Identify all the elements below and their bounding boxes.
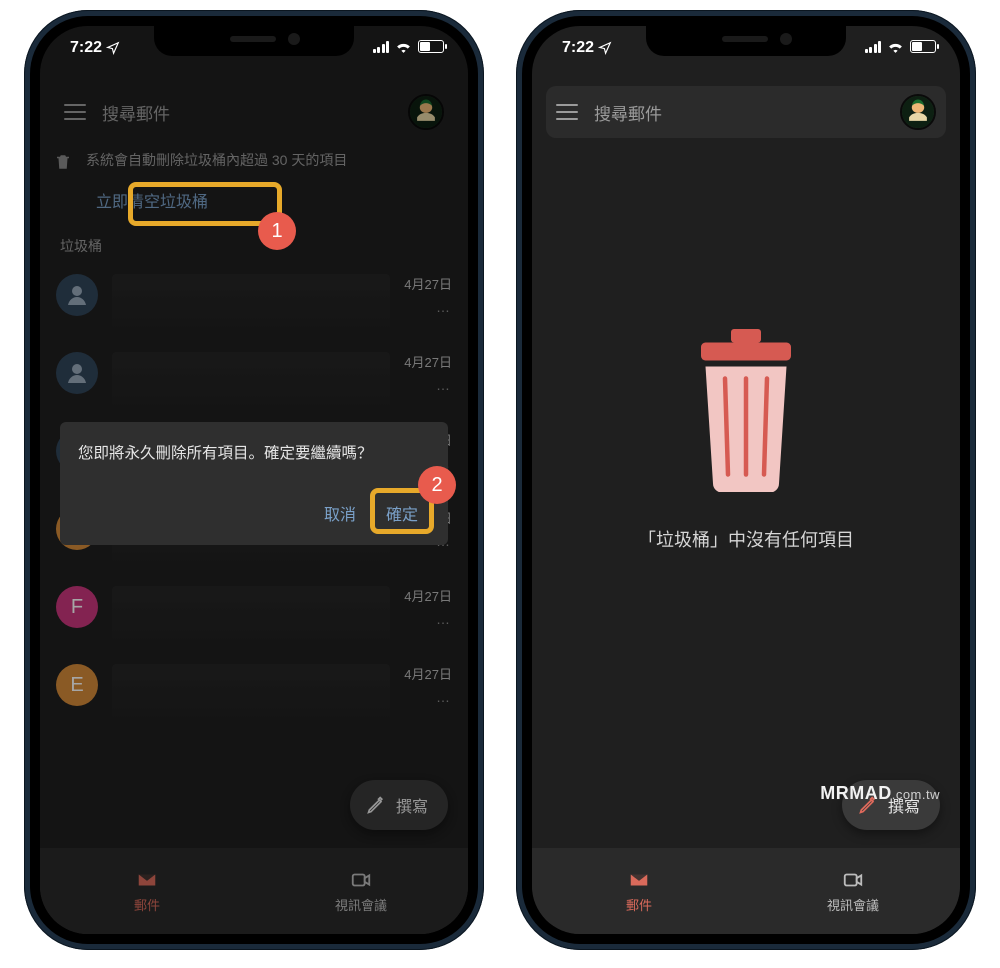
phone-mock-left: 7:22 搜尋郵件 系統會自動刪除垃圾桶內超過 3: [24, 10, 484, 950]
screen-left: 7:22 搜尋郵件 系統會自動刪除垃圾桶內超過 3: [40, 26, 468, 934]
notch: [154, 26, 354, 56]
battery-icon: [418, 40, 444, 53]
dialog-ok-button[interactable]: 確定: [374, 491, 430, 535]
cellular-signal-icon: [865, 41, 882, 53]
wifi-icon: [887, 40, 904, 53]
cellular-signal-icon: [373, 41, 390, 53]
location-arrow-icon: [598, 41, 612, 55]
watermark: MRMAD.com.tw: [820, 783, 940, 804]
wifi-icon: [395, 40, 412, 53]
battery-icon: [910, 40, 936, 53]
trash-illustration-icon: [671, 322, 821, 492]
notch: [646, 26, 846, 56]
tab-mail[interactable]: 郵件: [532, 848, 746, 934]
tab-mail-label: 郵件: [626, 895, 652, 914]
screen-right: 7:22 搜尋郵件: [532, 26, 960, 934]
mail-icon: [627, 869, 651, 891]
empty-state-text: 「垃圾桶」中沒有任何項目: [638, 526, 854, 552]
empty-state: 「垃圾桶」中沒有任何項目: [532, 26, 960, 848]
location-arrow-icon: [106, 41, 120, 55]
dialog-cancel-button[interactable]: 取消: [312, 491, 368, 535]
video-icon: [841, 869, 865, 891]
confirm-delete-dialog: 您即將永久刪除所有項目。確定要繼續嗎？ 取消 確定: [60, 422, 448, 545]
dialog-message: 您即將永久刪除所有項目。確定要繼續嗎？: [78, 442, 430, 465]
bottom-tab-bar: 郵件 視訊會議: [532, 848, 960, 934]
tab-meet-label: 視訊會議: [827, 895, 879, 914]
status-time: 7:22: [562, 39, 594, 57]
status-time: 7:22: [70, 39, 102, 57]
phone-mock-right: 7:22 搜尋郵件: [516, 10, 976, 950]
tab-meet[interactable]: 視訊會議: [746, 848, 960, 934]
